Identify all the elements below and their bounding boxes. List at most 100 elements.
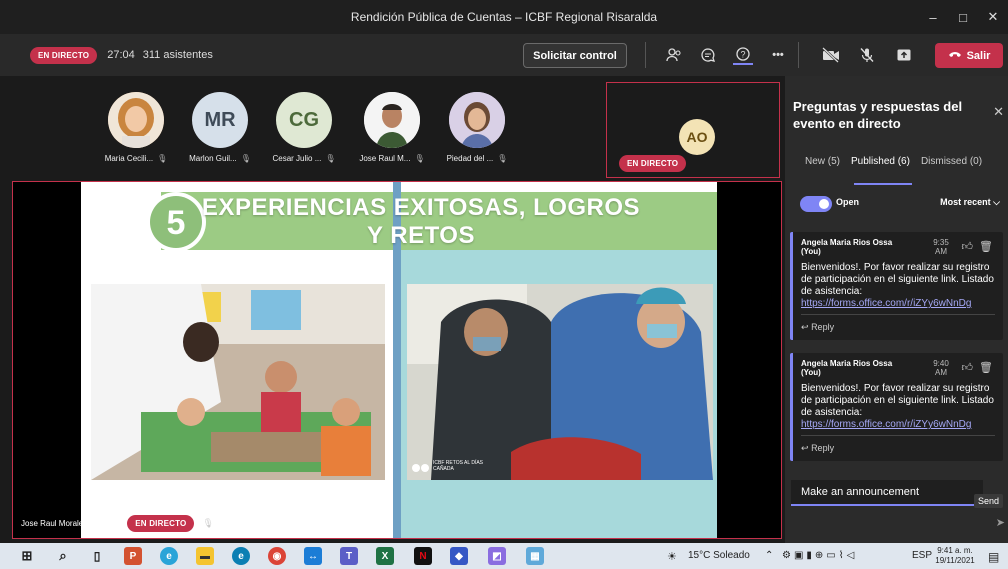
more-options-button[interactable]: ••• — [768, 45, 788, 65]
tray-chevron-icon[interactable]: ⌃ — [765, 550, 773, 561]
remote-icon[interactable]: ↔ — [304, 547, 322, 565]
reply-label: Reply — [811, 443, 835, 453]
delete-icon[interactable]: 🗑︎ — [979, 361, 993, 374]
question-link[interactable]: https://forms.office.com/r/iZYy6wNnDg — [801, 298, 995, 310]
edge-legacy-icon[interactable]: e — [160, 547, 178, 565]
photos-icon[interactable]: ▦ — [526, 547, 544, 565]
maximize-button[interactable]: □ — [948, 0, 978, 34]
sort-dropdown[interactable]: Most recent ⌵ — [940, 197, 1000, 208]
leave-button[interactable]: Salir — [935, 43, 1003, 68]
question-link[interactable]: https://forms.office.com/r/iZYy6wNnDg — [801, 419, 995, 431]
participant-tile[interactable]: Maria Cecili... 🎙︎ — [96, 92, 176, 163]
request-control-button[interactable]: Solicitar control — [523, 43, 627, 68]
qa-icon[interactable]: ? — [733, 45, 753, 65]
close-icon[interactable]: ✕ — [993, 104, 1004, 120]
active-tab-indicator — [854, 183, 912, 185]
participant-name: Piedad del ... — [446, 154, 494, 163]
qa-panel: Preguntas y respuestas del evento en dir… — [785, 76, 1008, 543]
divider — [801, 314, 995, 315]
speaker-name: Jose Raul Morales Ramirez — [21, 519, 120, 528]
question-time: 9:40 AM — [933, 359, 949, 377]
elapsed-time: 27:04 — [107, 49, 135, 61]
language-indicator[interactable]: ESP — [912, 550, 932, 561]
search-icon[interactable]: ⌕ — [54, 547, 72, 565]
chrome-icon[interactable]: ◉ — [268, 547, 286, 565]
participant-name: Maria Cecili... — [104, 154, 154, 163]
reply-icon: ↩ — [801, 322, 809, 332]
reply-button[interactable]: ↩ Reply — [801, 443, 834, 454]
speaker-label: Jose Raul Morales Ramirez EN DIRECTO 🎙︎ — [21, 515, 214, 532]
mic-muted-icon: 🎙︎ — [414, 154, 425, 163]
qa-tabs: New (5) Published (6) Dismissed (0) — [805, 156, 982, 167]
tray-icons[interactable]: ⚙▣▮⊕▭⌇◁ — [782, 550, 857, 561]
sort-label: Most recent — [940, 197, 991, 207]
main-video-tile[interactable]: 5 EXPERIENCIAS EXITOSAS, LOGROS Y RETOS … — [12, 181, 782, 539]
send-icon[interactable]: ➤ — [996, 516, 1005, 529]
file-explorer-icon[interactable]: ▬ — [196, 547, 214, 565]
participant-tile[interactable]: CG Cesar Julio ... 🎙︎ — [264, 92, 344, 163]
meeting-toolbar: EN DIRECTO 27:04 311 asistentes Solicita… — [0, 34, 1008, 76]
avatar-initials: AO — [686, 129, 708, 145]
windows-start-icon[interactable]: ⊞ — [18, 547, 36, 565]
taskbar: ⊞ ⌕ ▯ P e ▬ e ◉ ↔ T X N ◆ ◩ ▦ ☀ 15°C Sol… — [0, 543, 1008, 569]
phone-hangup-icon — [948, 49, 962, 62]
avatar-initials: MR — [204, 108, 236, 131]
tab-dismissed[interactable]: Dismissed (0) — [921, 156, 982, 167]
tab-published[interactable]: Published (6) — [851, 156, 910, 167]
toolbar-divider — [798, 42, 799, 68]
netflix-icon[interactable]: N — [414, 547, 432, 565]
announcement-input[interactable]: Make an announcement — [791, 480, 983, 506]
question-actions: 👍︎ 🗑︎ — [962, 240, 993, 253]
participant-tile[interactable]: MR Marlon Guil... 🎙︎ — [180, 92, 260, 163]
participant-name: Cesar Julio ... — [272, 154, 322, 163]
clock[interactable]: 9:41 a. m. 19/11/2021 — [933, 546, 977, 566]
app-icon[interactable]: ◩ — [488, 547, 506, 565]
participants-icon[interactable] — [664, 45, 684, 65]
shield-icon[interactable]: ◆ — [450, 547, 468, 565]
clock-time: 9:41 a. m. — [937, 546, 973, 555]
open-toggle[interactable] — [800, 196, 832, 212]
window-controls: – □ ✕ — [918, 0, 1008, 34]
presentation-slide: 5 EXPERIENCIAS EXITOSAS, LOGROS Y RETOS … — [81, 182, 717, 538]
question-text: Bienvenidos!. Por favor realizar su regi… — [801, 383, 994, 418]
edge-icon[interactable]: e — [232, 547, 250, 565]
question-card[interactable]: Angela Maria Rios Ossa (You) 9:40 AM 👍︎ … — [790, 353, 1003, 461]
participant-name: Jose Raul M... — [359, 154, 411, 163]
chat-icon[interactable] — [698, 45, 718, 65]
teams-icon[interactable]: T — [340, 547, 358, 565]
avatar: CG — [276, 92, 332, 148]
avatar-initials: CG — [289, 108, 319, 131]
avatar: MR — [192, 92, 248, 148]
mic-muted-icon: 🎙︎ — [157, 154, 168, 163]
tab-new[interactable]: New (5) — [805, 156, 840, 167]
attendee-count: 311 asistentes — [142, 49, 213, 61]
participant-tile[interactable]: Jose Raul M... 🎙︎ — [352, 92, 432, 163]
reply-button[interactable]: ↩ Reply — [801, 322, 834, 333]
task-view-icon[interactable]: ▯ — [88, 547, 106, 565]
delete-icon[interactable]: 🗑︎ — [979, 240, 993, 253]
powerpoint-icon[interactable]: P — [124, 547, 142, 565]
excel-icon[interactable]: X — [376, 547, 394, 565]
mic-off-icon[interactable] — [857, 45, 877, 65]
svg-text:?: ? — [740, 50, 745, 60]
close-window-button[interactable]: ✕ — [978, 0, 1008, 34]
reply-icon: ↩ — [801, 443, 809, 453]
participant-name: Marlon Guil... — [189, 154, 237, 163]
like-icon[interactable]: 👍︎ — [962, 361, 974, 374]
divider — [801, 435, 995, 436]
share-screen-icon[interactable] — [894, 45, 914, 65]
avatar — [449, 92, 505, 148]
like-icon[interactable]: 👍︎ — [962, 240, 974, 253]
live-badge: EN DIRECTO — [30, 46, 98, 64]
svg-text:5: 5 — [167, 204, 186, 242]
notifications-icon[interactable]: ▤ — [988, 550, 999, 564]
slide-title: EXPERIENCIAS EXITOSAS, LOGROS Y RETOS — [201, 194, 641, 249]
question-card[interactable]: Angela Maria Rios Ossa (You) 9:35 AM 👍︎ … — [790, 232, 1003, 340]
participant-tile[interactable]: Piedad del ... 🎙︎ — [437, 92, 517, 163]
featured-participant-tile[interactable]: AO EN DIRECTO — [606, 82, 780, 178]
camera-off-icon[interactable] — [821, 45, 841, 65]
panel-title: Preguntas y respuestas del evento en dir… — [793, 99, 963, 131]
avatar — [108, 92, 164, 148]
weather-text[interactable]: 15°C Soleado — [688, 550, 750, 561]
minimize-button[interactable]: – — [918, 0, 948, 34]
